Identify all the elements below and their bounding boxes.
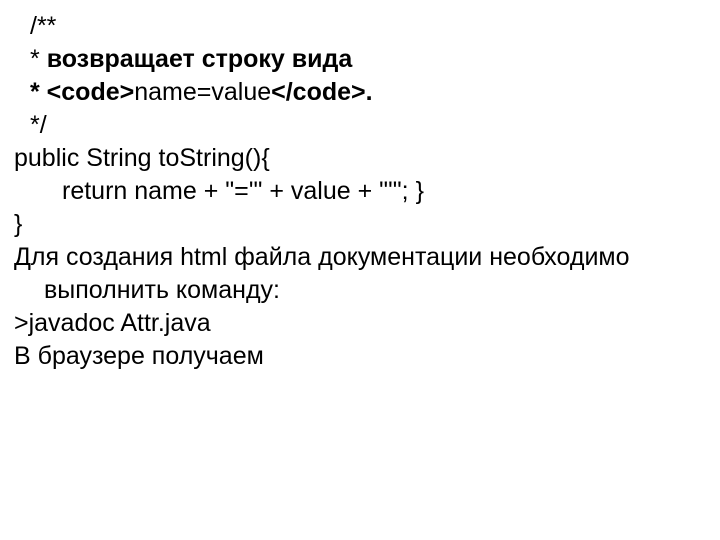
text-bold: </code>. <box>271 78 372 106</box>
text: >javadoc Attr.java <box>14 309 211 337</box>
code-line: * <code>name=value</code>. <box>14 76 696 109</box>
code-line: /** <box>14 10 696 43</box>
text: Для создания html файла документации нео… <box>14 243 630 304</box>
code-line: */ <box>14 109 696 142</box>
text: name=value <box>134 78 271 106</box>
code-line: } <box>14 208 696 241</box>
text: * <box>30 45 47 73</box>
slide-content: /** * возвращает строку вида * <code>nam… <box>0 0 720 540</box>
code-line: * возвращает строку вида <box>14 43 696 76</box>
text: return name + "='" + value + "'"; } <box>62 177 424 205</box>
text: } <box>14 210 22 238</box>
command-line: >javadoc Attr.java <box>14 307 696 340</box>
text-bold: * <code> <box>30 78 134 106</box>
paragraph: В браузере получаем <box>14 340 696 373</box>
code-line: return name + "='" + value + "'"; } <box>14 175 696 208</box>
text: В браузере получаем <box>14 342 264 370</box>
code-line: public String toString(){ <box>14 142 696 175</box>
paragraph: Для создания html файла документации нео… <box>14 241 696 307</box>
text: public String toString(){ <box>14 144 270 172</box>
text-bold: возвращает строку вида <box>47 45 353 73</box>
text: */ <box>30 111 47 139</box>
text: /** <box>30 12 56 40</box>
